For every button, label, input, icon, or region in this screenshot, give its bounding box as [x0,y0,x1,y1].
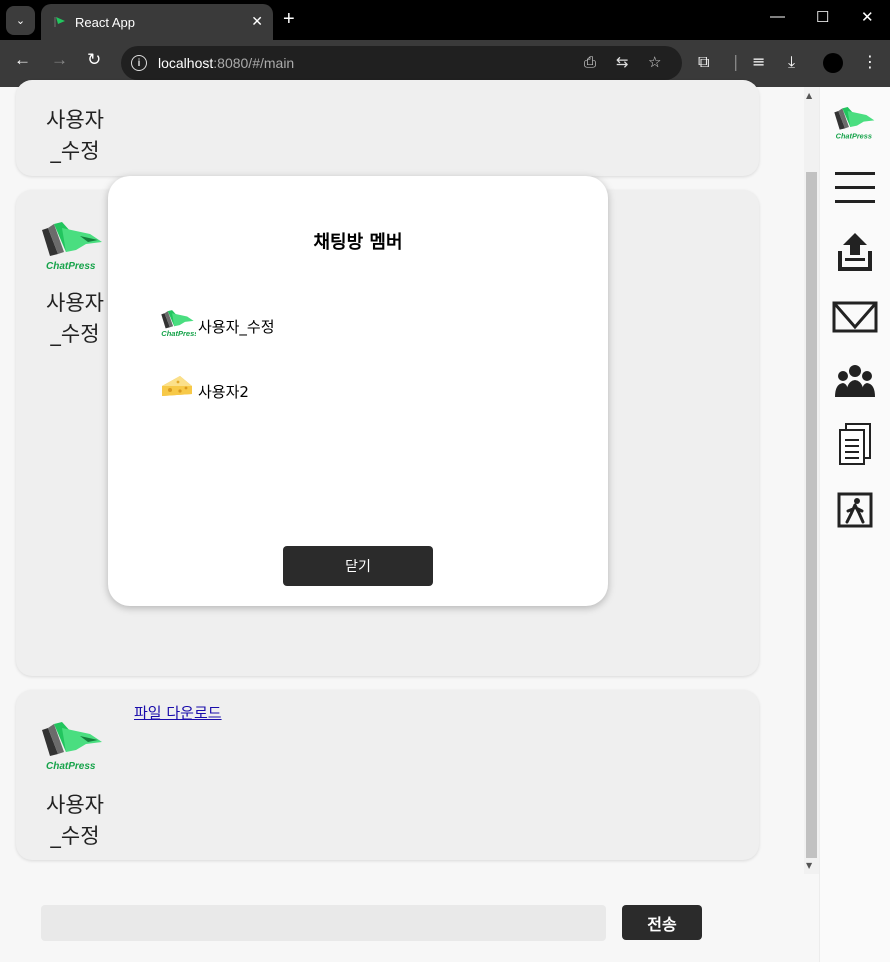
extensions-icon[interactable]: ⧉ [698,52,709,72]
member-item: 사용자2 [160,374,249,402]
bookmark-star-icon[interactable]: ☆ [648,53,661,71]
site-info-icon[interactable]: i [131,55,147,71]
chatpress-logo: ChatPress [161,310,196,337]
member-name: 사용자2 [198,383,249,401]
message-sender: 사용자 _수정 [40,790,110,852]
profile-avatar[interactable] [823,53,843,73]
browser-menu-icon[interactable]: ⋮ [862,52,878,71]
sidebar-members-button[interactable] [832,358,878,404]
menu-icon [835,172,875,203]
reload-icon[interactable]: ↻ [87,50,101,70]
url-text[interactable]: localhost:8080/#/main [158,55,294,71]
message-card [16,80,759,176]
logo-text: ChatPress [46,261,96,272]
modal-title: 채팅방 멤버 [313,232,403,253]
tab-close-icon[interactable]: ✕ [251,14,263,30]
sidebar-menu-button[interactable] [832,164,878,210]
document-icon [839,423,871,465]
media-control-icon[interactable]: ≡ [752,52,765,71]
download-icon[interactable]: ⤓ [788,52,795,72]
scrollbar-thumb[interactable] [806,172,817,858]
toolbar-divider: | [733,52,739,71]
logo-text: ChatPress [161,329,196,337]
send-button[interactable]: 전송 [622,905,702,940]
sidebar-chatpress-logo[interactable]: ChatPress [832,100,878,146]
message-input[interactable] [41,905,606,941]
member-name: 사용자_수정 [198,318,275,336]
sidebar-document-button[interactable] [832,421,878,467]
message-sender: 사용자 _수정 [40,288,110,350]
chatpress-logo: ChatPress [834,107,875,140]
exit-icon [837,492,873,528]
scroll-up-icon[interactable]: ▲ [806,91,812,100]
maximize-icon[interactable]: ☐ [816,8,829,26]
message-card [16,690,759,860]
install-app-icon[interactable]: ⎙ [584,53,596,71]
members-icon [835,365,875,397]
member-item: ChatPress 사용자_수정 [160,309,275,337]
scroll-down-icon[interactable]: ▼ [806,861,812,870]
sidebar-upload-button[interactable] [832,229,878,275]
forward-icon[interactable]: → [51,50,68,70]
message-sender: 사용자 _수정 [40,105,110,167]
logo-text: ChatPress [46,761,96,772]
favicon-icon [54,17,65,27]
logo-text: ChatPress [836,131,872,140]
chatpress-logo: ChatPress [42,222,102,272]
chatpress-logo: ChatPress [42,722,102,772]
back-icon[interactable]: ← [14,50,31,70]
url-path: :8080/#/main [213,55,295,71]
sidebar-exit-button[interactable] [832,487,878,533]
file-download-link[interactable]: 파일 다운로드 [134,702,222,723]
minimize-icon[interactable]: — [770,8,785,25]
translate-icon[interactable]: ⇆ [616,53,629,71]
browser-tab[interactable]: React App ✕ [41,4,273,40]
upload-icon [838,233,872,271]
mail-icon [832,301,878,333]
sender-name: 사용자 _수정 [46,291,104,346]
url-host: localhost [158,55,214,71]
tab-search-button[interactable]: ⌄ [6,6,35,35]
cheese-icon [162,376,192,396]
tab-title: React App [75,14,135,30]
sender-name: 사용자 _수정 [46,793,104,848]
close-window-icon[interactable]: ✕ [861,8,874,26]
sender-name: 사용자 _수정 [46,108,104,163]
sidebar-mail-button[interactable] [832,294,878,340]
new-tab-button[interactable]: + [283,8,295,31]
modal-close-button[interactable]: 닫기 [283,546,433,586]
